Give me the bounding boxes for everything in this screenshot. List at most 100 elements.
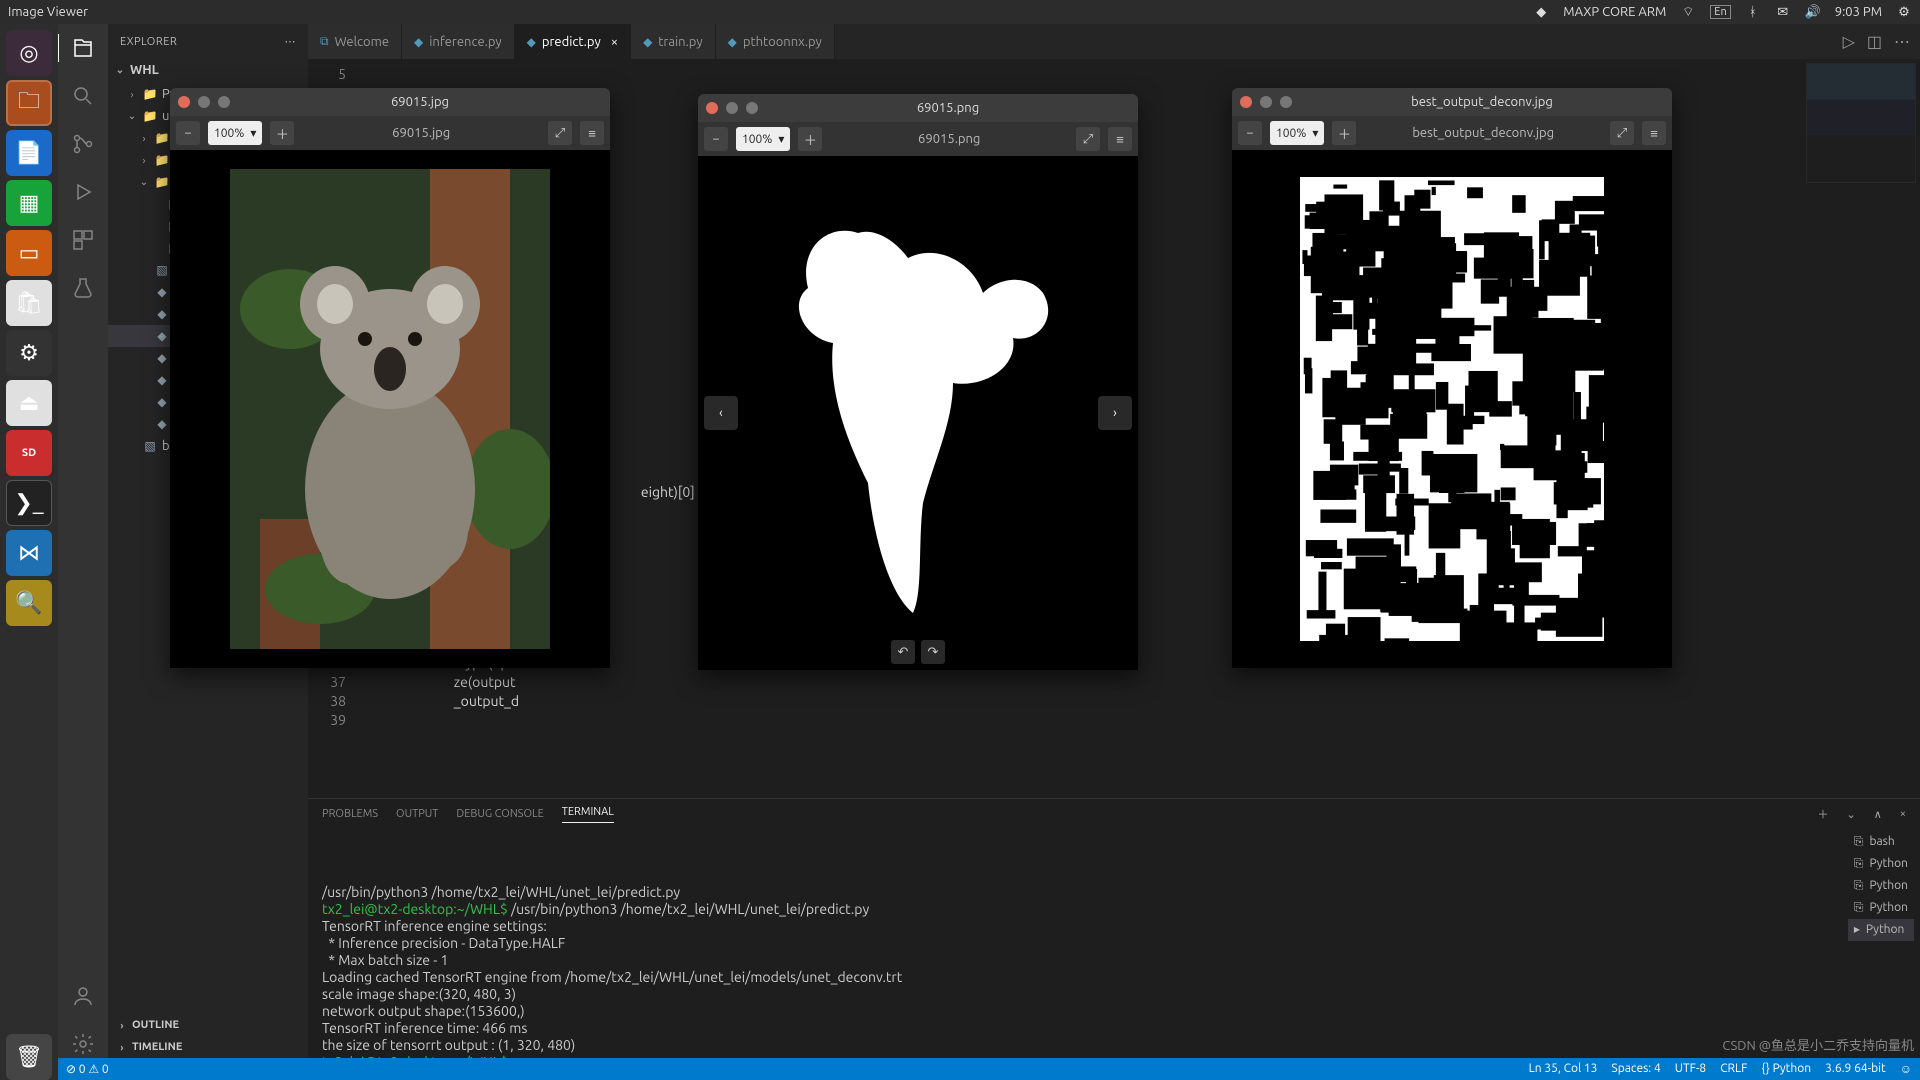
activity-settings-icon[interactable]: [69, 1030, 97, 1058]
split-icon[interactable]: ◫: [1867, 32, 1882, 51]
new-terminal-icon[interactable]: ＋: [1818, 806, 1829, 822]
maximize-window-icon[interactable]: [1280, 96, 1292, 108]
activity-account-icon[interactable]: [69, 982, 97, 1010]
launcher-terminal-icon[interactable]: ❯_: [6, 480, 52, 526]
close-window-icon[interactable]: [1240, 96, 1252, 108]
fullscreen-button[interactable]: ⤢: [1076, 127, 1100, 151]
editor-tab[interactable]: ◆train.py: [631, 24, 716, 59]
wifi-icon[interactable]: ⌔: [1680, 4, 1696, 20]
minimize-window-icon[interactable]: [198, 96, 210, 108]
activity-explorer-icon[interactable]: [57, 34, 107, 62]
window-titlebar[interactable]: 69015.jpg: [170, 88, 610, 116]
zoom-dropdown[interactable]: 100% ▾: [208, 121, 262, 145]
terminal-instance[interactable]: ⎘bash: [1848, 831, 1914, 853]
activity-scm-icon[interactable]: [69, 130, 97, 158]
clock[interactable]: 9:03 PM: [1835, 5, 1882, 19]
image-viewer-window[interactable]: best_output_deconv.jpg − 100% ▾ ＋ best_o…: [1232, 88, 1672, 668]
image-canvas[interactable]: ‹ › ↶↷: [698, 156, 1138, 670]
menu-button[interactable]: ≡: [1108, 127, 1132, 151]
editor-tab[interactable]: ⧉Welcome: [308, 24, 402, 59]
zoom-out-button[interactable]: −: [704, 127, 728, 151]
status-item[interactable]: CRLF: [1720, 1062, 1747, 1076]
activity-extensions-icon[interactable]: [69, 226, 97, 254]
workspace-root[interactable]: WHL: [130, 63, 159, 77]
editor-tab[interactable]: ◆pthtoonnx.py: [716, 24, 835, 59]
launcher-store-icon[interactable]: 🛍: [6, 280, 52, 326]
mail-icon[interactable]: ✉: [1775, 4, 1791, 20]
rotate-left-button[interactable]: ↶: [891, 640, 915, 664]
status-item[interactable]: Ln 35, Col 13: [1529, 1062, 1598, 1076]
dropdown-icon[interactable]: ⌄: [1847, 808, 1856, 821]
launcher-calc-icon[interactable]: ▦: [6, 180, 52, 226]
launcher-viewer-icon[interactable]: 🔍: [6, 580, 52, 626]
minimize-window-icon[interactable]: [1260, 96, 1272, 108]
rotate-right-button[interactable]: ↷: [921, 640, 945, 664]
launcher-disk-icon[interactable]: ⏏: [6, 380, 52, 426]
launcher-sd-icon[interactable]: SD: [6, 430, 52, 476]
status-item[interactable]: 3.6.9 64-bit: [1825, 1062, 1886, 1076]
window-titlebar[interactable]: best_output_deconv.jpg: [1232, 88, 1672, 116]
volume-icon[interactable]: 🔊: [1805, 4, 1821, 20]
image-canvas[interactable]: [170, 150, 610, 668]
zoom-dropdown[interactable]: 100% ▾: [736, 127, 790, 151]
zoom-dropdown[interactable]: 100% ▾: [1270, 121, 1324, 145]
zoom-out-button[interactable]: −: [1238, 121, 1262, 145]
menu-button[interactable]: ≡: [1642, 121, 1666, 145]
maximize-icon[interactable]: ∧: [1874, 808, 1882, 821]
launcher-trash-icon[interactable]: 🗑: [6, 1034, 52, 1080]
close-window-icon[interactable]: [706, 102, 718, 114]
launcher-writer-icon[interactable]: 📄: [6, 130, 52, 176]
editor-tab[interactable]: ◆inference.py: [402, 24, 515, 59]
status-item[interactable]: Spaces: 4: [1611, 1062, 1660, 1076]
run-icon[interactable]: ▷: [1843, 32, 1855, 51]
gear-icon[interactable]: ⚙: [1896, 4, 1912, 20]
close-panel-icon[interactable]: ×: [1900, 808, 1906, 820]
outline-section[interactable]: ›OUTLINE: [108, 1014, 308, 1036]
terminal[interactable]: ⎘bash⎘Python⎘Python⎘Python▸Python /usr/b…: [308, 829, 1920, 1058]
zoom-in-button[interactable]: ＋: [270, 121, 294, 145]
panel-tab[interactable]: TERMINAL: [562, 806, 614, 823]
minimize-window-icon[interactable]: [726, 102, 738, 114]
zoom-in-button[interactable]: ＋: [1332, 121, 1356, 145]
status-problems[interactable]: ⊘ 0 ⚠ 0: [66, 1062, 109, 1076]
launcher-dash-icon[interactable]: ◎: [6, 30, 52, 76]
more-icon[interactable]: ⋯: [1894, 32, 1910, 51]
prev-image-button[interactable]: ‹: [704, 396, 738, 430]
lang-indicator[interactable]: En: [1710, 5, 1730, 19]
fullscreen-button[interactable]: ⤢: [1610, 121, 1634, 145]
zoom-in-button[interactable]: ＋: [798, 127, 822, 151]
panel-tab[interactable]: DEBUG CONSOLE: [456, 808, 543, 820]
status-item[interactable]: ☺: [1900, 1062, 1912, 1076]
close-window-icon[interactable]: [178, 96, 190, 108]
next-image-button[interactable]: ›: [1098, 396, 1132, 430]
maximize-window-icon[interactable]: [218, 96, 230, 108]
terminal-instance[interactable]: ⎘Python: [1848, 875, 1914, 897]
editor-tab[interactable]: ◆predict.py×: [515, 24, 631, 59]
image-viewer-window[interactable]: 69015.jpg − 100% ▾ ＋ 69015.jpg ⤢ ≡: [170, 88, 610, 668]
menu-button[interactable]: ≡: [580, 121, 604, 145]
image-viewer-window[interactable]: 69015.png − 100% ▾ ＋ 69015.png ⤢ ≡ ‹› ↶↷: [698, 94, 1138, 670]
minimap[interactable]: [1806, 63, 1916, 183]
fullscreen-button[interactable]: ⤢: [548, 121, 572, 145]
terminal-instance[interactable]: ⎘Python: [1848, 897, 1914, 919]
bluetooth-icon[interactable]: ᚼ: [1745, 4, 1761, 20]
activity-debug-icon[interactable]: [69, 178, 97, 206]
image-canvas[interactable]: [1232, 150, 1672, 668]
panel-tab[interactable]: PROBLEMS: [322, 808, 378, 820]
status-item[interactable]: UTF-8: [1675, 1062, 1706, 1076]
activity-test-icon[interactable]: [69, 274, 97, 302]
panel-tab[interactable]: OUTPUT: [396, 808, 438, 820]
launcher-files-icon[interactable]: 🗀: [6, 80, 52, 126]
window-titlebar[interactable]: 69015.png: [698, 94, 1138, 122]
more-icon[interactable]: ⋯: [285, 35, 297, 48]
launcher-settings-icon[interactable]: ⚙: [6, 330, 52, 376]
timeline-section[interactable]: ›TIMELINE: [108, 1036, 308, 1058]
activity-search-icon[interactable]: [69, 82, 97, 110]
terminal-instance[interactable]: ⎘Python: [1848, 853, 1914, 875]
maximize-window-icon[interactable]: [746, 102, 758, 114]
launcher-impress-icon[interactable]: ▭: [6, 230, 52, 276]
close-icon[interactable]: ×: [611, 35, 618, 49]
launcher-vscode-icon[interactable]: ⋈: [6, 530, 52, 576]
zoom-out-button[interactable]: −: [176, 121, 200, 145]
status-item[interactable]: {} Python: [1761, 1062, 1811, 1076]
